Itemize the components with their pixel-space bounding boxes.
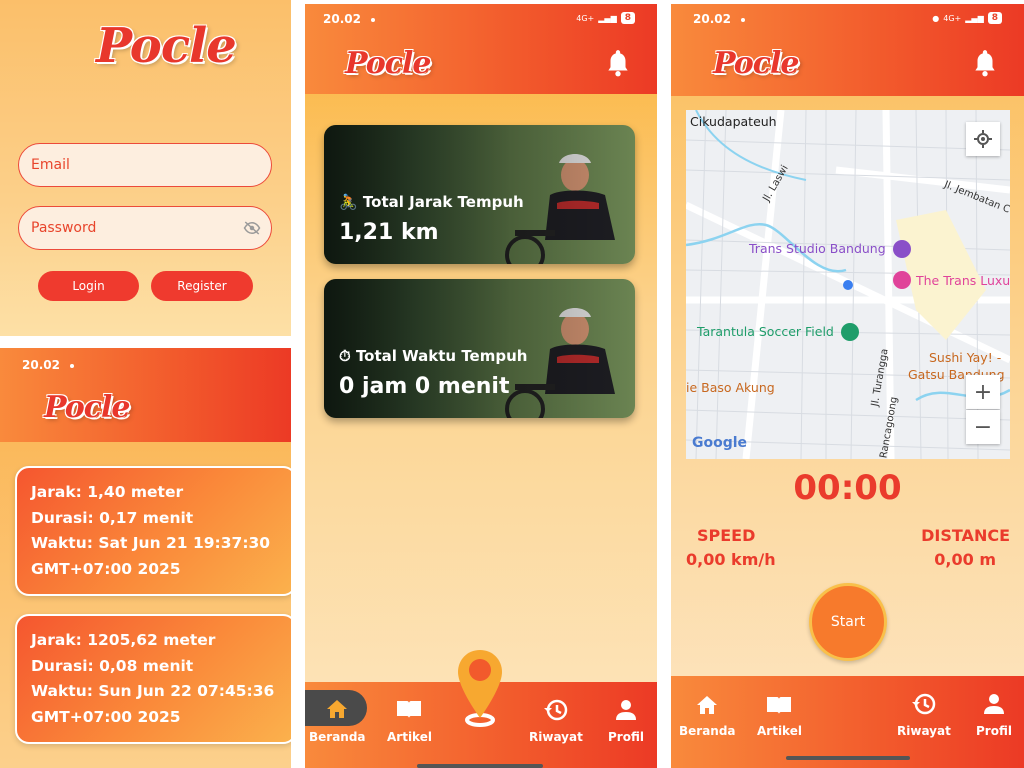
nav-label-artikel: Artikel [387, 730, 432, 744]
book-icon [397, 701, 422, 718]
battery-badge: 8 [987, 12, 1002, 24]
record-duration: Durasi: 0,17 menit [31, 508, 194, 527]
google-logo: Google [692, 435, 748, 451]
history-icon [911, 693, 936, 715]
login-button[interactable]: Login [38, 271, 139, 301]
status-time: 20.02 [323, 12, 375, 26]
track-pin-button[interactable] [455, 648, 505, 732]
password-placeholder: Password [31, 220, 97, 236]
bottom-nav: Beranda Artikel Riwayat Profil [671, 676, 1024, 768]
distance-label: DISTANCE [921, 526, 1010, 545]
home-icon [327, 700, 348, 718]
home-screen: 20.02 4G+ ▂▄▆ 8 Pocle 🚴 Total Jarak Temp… [305, 4, 657, 768]
location-pin-icon [458, 650, 502, 727]
nav-profil[interactable]: Profil [976, 692, 1012, 738]
app-logo: Pocle [713, 46, 800, 81]
register-button[interactable]: Register [151, 271, 253, 301]
nav-riwayat[interactable]: Riwayat [897, 692, 951, 738]
book-icon [767, 697, 792, 714]
nav-artikel[interactable]: Artikel [757, 694, 802, 738]
map-label: The Trans Luxu [916, 273, 1010, 288]
status-icons: 4G+ ▂▄▆ 8 [576, 12, 635, 24]
home-indicator [786, 756, 910, 760]
battery-badge: 8 [620, 12, 635, 24]
nav-label-beranda: Beranda [679, 724, 736, 738]
nav-label-profil: Profil [976, 724, 1012, 738]
network-indicator: 4G+ [943, 13, 962, 23]
nav-beranda[interactable]: Beranda [309, 698, 366, 744]
email-placeholder: Email [31, 157, 70, 173]
record-time: Waktu: Sat Jun 21 19:37:30 [31, 534, 271, 552]
record-distance: Jarak: 1,40 meter [31, 483, 184, 501]
duration-value: 0 jam 0 menit [339, 374, 510, 399]
nav-riwayat[interactable]: Riwayat [529, 698, 583, 744]
duration-card[interactable]: ⏱ Total Waktu Tempuh 0 jam 0 menit [324, 279, 635, 418]
record-distance: Jarak: 1205,62 meter [31, 631, 216, 649]
map-view[interactable]: Cikudapateuh Jl. Laswi Jl. Jembatan C Tr… [686, 110, 1010, 459]
zoom-in-button[interactable]: + [966, 375, 1000, 409]
network-indicator: 4G+ [576, 13, 595, 23]
password-field[interactable]: Password [18, 206, 272, 250]
signal-icon: ▂▄▆ [598, 13, 617, 23]
login-screen: Pocle Email Password Login Register [0, 0, 291, 336]
map-label: Trans Studio Bandung [749, 241, 886, 256]
distance-card[interactable]: 🚴 Total Jarak Tempuh 1,21 km [324, 125, 635, 264]
status-icons: ● 4G+ ▂▄▆ 8 [932, 12, 1002, 24]
tracker-header: 20.02 ● 4G+ ▂▄▆ 8 Pocle [671, 4, 1024, 96]
record-timezone: GMT+07:00 2025 [31, 707, 181, 726]
nav-artikel[interactable]: Artikel [387, 698, 432, 744]
person-icon [983, 694, 1004, 714]
map-label: Tarantula Soccer Field [697, 324, 834, 339]
record-duration: Durasi: 0,08 menit [31, 656, 194, 675]
bell-icon[interactable] [972, 48, 998, 82]
timer-display: 00:00 [793, 468, 902, 508]
record-time: Waktu: Sun Jun 22 07:45:36 [31, 682, 275, 700]
location-status-icon: ● [932, 13, 940, 23]
crosshair-icon [974, 130, 992, 148]
history-header: 20.02 Pocle [0, 348, 291, 442]
nav-label-artikel: Artikel [757, 724, 802, 738]
speed-value: 0,00 km/h [686, 550, 776, 569]
duration-title: Total Waktu Tempuh [355, 347, 528, 365]
nav-label-riwayat: Riwayat [897, 724, 951, 738]
history-screen: 20.02 Pocle Jarak: 1,40 meter Durasi: 0,… [0, 348, 291, 768]
status-time: 20.02 [693, 12, 745, 26]
map-label: ie Baso Akung [686, 380, 775, 395]
record-timezone: GMT+07:00 2025 [31, 559, 181, 578]
start-button[interactable]: Start [809, 583, 887, 661]
home-icon [697, 696, 718, 714]
app-logo: Pocle [44, 390, 131, 425]
distance-title: Total Jarak Tempuh [362, 193, 524, 211]
app-logo: Pocle [345, 46, 432, 81]
distance-value: 0,00 m [934, 550, 996, 569]
nav-label-beranda: Beranda [309, 730, 366, 744]
person-icon [615, 700, 636, 720]
home-indicator [417, 764, 543, 768]
tracker-screen: 20.02 ● 4G+ ▂▄▆ 8 Pocle Cikudapateuh Jl.… [671, 4, 1024, 768]
my-location-button[interactable] [966, 122, 1000, 156]
distance-value: 1,21 km [339, 220, 439, 245]
nav-beranda[interactable]: Beranda [679, 694, 736, 738]
cyclist-emoji-icon: 🚴 [339, 193, 358, 211]
nav-label-riwayat: Riwayat [529, 730, 583, 744]
app-logo: Pocle [96, 18, 237, 74]
map-label: Sushi Yay! - [929, 350, 1002, 365]
nav-label-profil: Profil [608, 730, 644, 744]
signal-icon: ▂▄▆ [965, 13, 984, 23]
bell-icon[interactable] [605, 48, 631, 82]
stopwatch-emoji-icon: ⏱ [339, 347, 351, 365]
speed-label: SPEED [697, 526, 756, 545]
home-header: 20.02 4G+ ▂▄▆ 8 Pocle [305, 4, 657, 94]
status-time: 20.02 [22, 358, 74, 372]
map-label: Cikudapateuh [690, 114, 777, 129]
email-field[interactable]: Email [18, 143, 272, 187]
eye-off-icon[interactable] [243, 220, 261, 240]
nav-profil[interactable]: Profil [608, 698, 644, 744]
history-icon [543, 699, 568, 721]
history-record[interactable]: Jarak: 1205,62 meter Durasi: 0,08 menit … [15, 614, 291, 744]
history-record[interactable]: Jarak: 1,40 meter Durasi: 0,17 menit Wak… [15, 466, 291, 596]
zoom-out-button[interactable]: − [966, 410, 1000, 444]
